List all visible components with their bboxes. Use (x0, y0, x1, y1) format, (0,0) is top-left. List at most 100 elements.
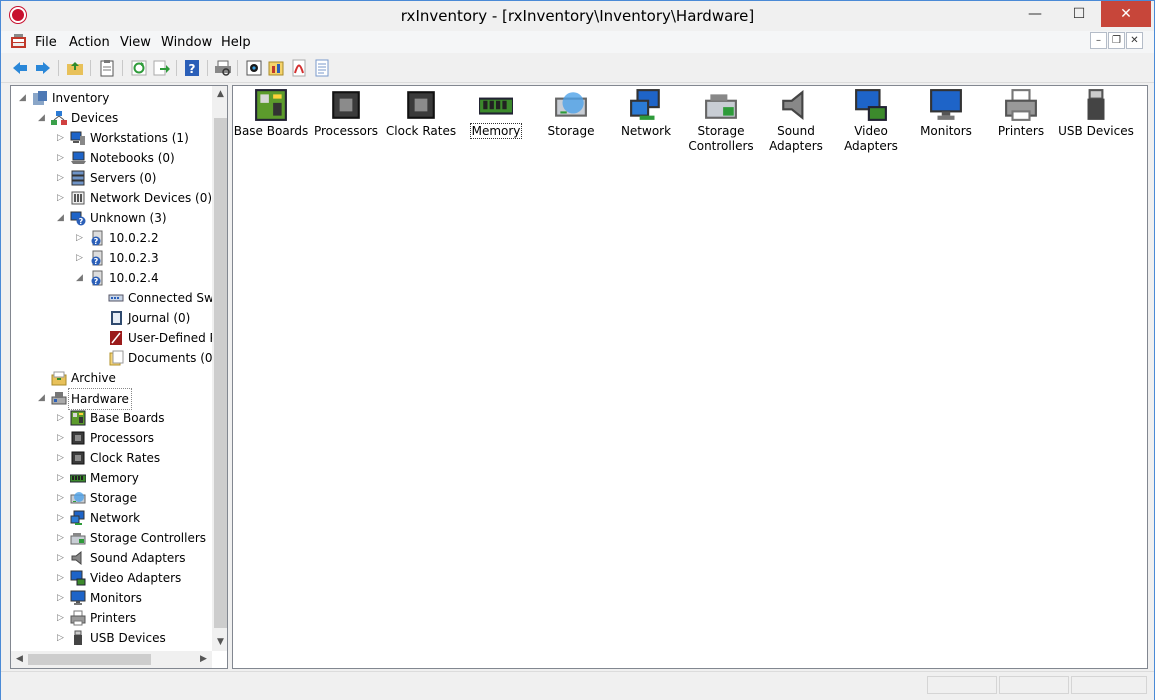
hardware-item[interactable]: Network (608, 86, 684, 166)
hardware-item[interactable]: Sound Adapters (758, 86, 834, 166)
menu-action[interactable]: Action (69, 35, 110, 50)
tree-expander-icon[interactable]: ▷ (57, 188, 67, 208)
tree-item[interactable]: ▷ Notebooks (0) (11, 148, 212, 168)
tree-item[interactable]: ▷ Memory (11, 468, 212, 488)
document-icon[interactable] (313, 59, 331, 77)
tree-expander-icon[interactable]: ▷ (57, 608, 67, 628)
tree-vertical-scrollbar[interactable]: ▲ ▼ (212, 86, 227, 651)
forward-arrow-icon[interactable] (34, 59, 52, 77)
tree-item[interactable]: ▷ Monitors (11, 588, 212, 608)
tree-item[interactable]: ▷ Printers (11, 608, 212, 628)
tree-expander-icon[interactable]: ▷ (57, 508, 67, 528)
mdi-minimize-button[interactable]: – (1090, 32, 1107, 49)
tree-item[interactable]: ◢ Hardware (11, 388, 212, 410)
tree-item-label: Connected Swi (128, 291, 218, 305)
menu-help[interactable]: Help (221, 35, 251, 50)
tree-expander-icon[interactable]: ▷ (57, 568, 67, 588)
tree-expander-icon[interactable]: ◢ (76, 268, 86, 288)
tree-expander-icon[interactable]: ◢ (38, 108, 48, 128)
mdi-close-button[interactable]: ✕ (1126, 32, 1143, 49)
tree-item[interactable]: ▷ Clock Rates (11, 448, 212, 468)
hardware-item[interactable]: Storage (533, 86, 609, 166)
mdi-restore-button[interactable]: ❐ (1108, 32, 1125, 49)
tree-expander-icon[interactable]: ▷ (57, 588, 67, 608)
hardware-item[interactable]: Video Adapters (833, 86, 909, 166)
tree-item[interactable]: ▷ Network Devices (0) (11, 188, 212, 208)
tree-expander-icon[interactable]: ◢ (57, 208, 67, 228)
scroll-left-arrow-icon[interactable]: ◀ (11, 651, 28, 668)
tree-horizontal-scroll-thumb[interactable] (28, 654, 151, 665)
tree-expander-icon[interactable]: ▷ (57, 408, 67, 428)
hardware-item[interactable]: Base Boards (233, 86, 309, 166)
tree-item[interactable]: Archive (11, 368, 212, 388)
tree-expander-icon[interactable]: ▷ (57, 168, 67, 188)
tree-expander-icon[interactable]: ▷ (57, 128, 67, 148)
tree-item[interactable]: Connected Swi (11, 288, 217, 308)
tree-item[interactable]: ▷ Network (11, 508, 212, 528)
tree-item[interactable]: ▷ Base Boards (11, 408, 212, 428)
tree-expander-icon[interactable]: ▷ (57, 468, 67, 488)
hardware-item[interactable]: Processors (308, 86, 384, 166)
minimize-button[interactable]: — (1013, 1, 1057, 27)
menu-view[interactable]: View (120, 35, 151, 50)
tree-item[interactable]: ▷ Storage (11, 488, 212, 508)
hardware-item[interactable]: Memory (458, 86, 534, 166)
tree-expander-icon[interactable]: ▷ (76, 248, 86, 268)
tree-item[interactable]: ◢? 10.0.2.4 (11, 268, 212, 288)
hardware-item[interactable]: Storage Controllers (683, 86, 759, 166)
tree-expander-icon[interactable]: ▷ (57, 628, 67, 648)
tree-expander-icon[interactable]: ◢ (19, 88, 29, 108)
tree-item[interactable]: ▷ Servers (0) (11, 168, 212, 188)
folder-up-icon[interactable] (66, 59, 84, 77)
tree-expander-icon[interactable]: ▷ (57, 548, 67, 568)
hardware-item[interactable]: Monitors (908, 86, 984, 166)
app-menu-icon[interactable] (10, 34, 27, 49)
refresh-icon[interactable] (130, 59, 148, 77)
menu-file[interactable]: File (35, 35, 57, 50)
print-preview-icon[interactable] (214, 59, 232, 77)
hardware-item[interactable]: USB Devices (1058, 86, 1134, 166)
tree-expander-icon[interactable]: ▷ (57, 148, 67, 168)
tree-item[interactable]: User-Defined P (11, 328, 217, 348)
scroll-right-arrow-icon[interactable]: ▶ (195, 651, 212, 668)
clipboard-icon[interactable] (98, 59, 116, 77)
tree-item[interactable]: ◢ Devices (11, 108, 212, 128)
tree-expander-icon[interactable]: ◢ (38, 388, 48, 408)
maximize-button[interactable]: ☐ (1057, 1, 1101, 27)
screenshot-icon[interactable] (245, 59, 263, 77)
hardware-list-view[interactable]: Base Boards Processors Clock Rates Memory St… (232, 85, 1148, 669)
video-adapter-icon (70, 570, 86, 586)
tree-expander-icon[interactable]: ▷ (57, 528, 67, 548)
report-icon[interactable] (267, 59, 285, 77)
tree-item[interactable]: ◢? Unknown (3) (11, 208, 212, 228)
tree-item[interactable]: ▷ Processors (11, 428, 212, 448)
back-arrow-icon[interactable] (11, 59, 29, 77)
tree-vertical-scroll-thumb[interactable] (214, 118, 227, 628)
tree-item[interactable]: ▷ Sound Adapters (11, 548, 212, 568)
menu-window[interactable]: Window (161, 35, 212, 50)
tree-item[interactable]: ▷ Workstations (1) (11, 128, 212, 148)
tree-item-label: Archive (71, 371, 116, 385)
tree-expander-icon[interactable]: ▷ (57, 428, 67, 448)
tree-expander-icon[interactable]: ▷ (57, 448, 67, 468)
tree-item[interactable]: Documents (0) (11, 348, 217, 368)
help-icon[interactable]: ? (183, 59, 201, 77)
tree-item[interactable]: ▷ Storage Controllers (11, 528, 212, 548)
scroll-up-arrow-icon[interactable]: ▲ (212, 86, 227, 103)
hardware-item[interactable]: Clock Rates (383, 86, 459, 166)
close-button[interactable]: ✕ (1101, 1, 1151, 27)
tree-expander-icon[interactable]: ▷ (76, 228, 86, 248)
export-icon[interactable] (152, 59, 170, 77)
tree-item[interactable]: ▷ USB Devices (11, 628, 212, 648)
scroll-down-arrow-icon[interactable]: ▼ (212, 634, 227, 651)
navigation-tree[interactable]: ◢ Inventory ◢ Devices ▷ Workstations (1) ▷ Note… (10, 85, 228, 669)
hardware-item[interactable]: Printers (983, 86, 1059, 166)
pdf-icon[interactable] (290, 59, 308, 77)
tree-item[interactable]: ▷ Video Adapters (11, 568, 212, 588)
tree-expander-icon[interactable]: ▷ (57, 488, 67, 508)
tree-item[interactable]: ◢ Inventory (11, 88, 212, 108)
tree-item[interactable]: ▷? 10.0.2.2 (11, 228, 212, 248)
tree-horizontal-scrollbar[interactable]: ◀ ▶ (11, 651, 212, 668)
tree-item[interactable]: Journal (0) (11, 308, 212, 328)
tree-item[interactable]: ▷? 10.0.2.3 (11, 248, 212, 268)
